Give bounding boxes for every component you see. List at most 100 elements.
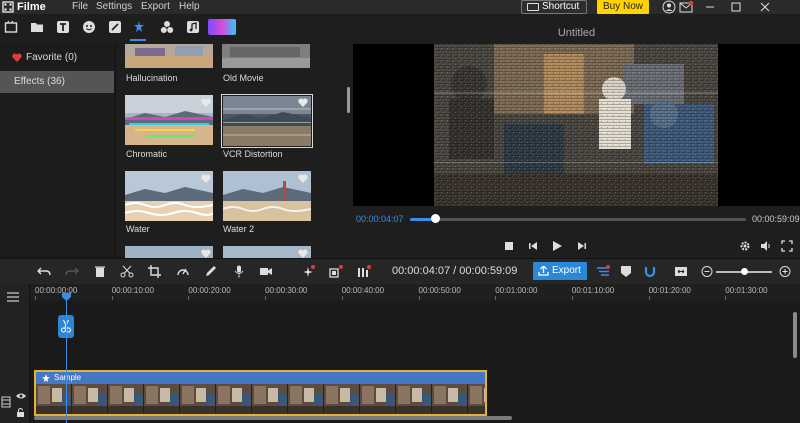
effect-label: Hallucination [126, 73, 178, 83]
preview-progress-handle[interactable] [431, 214, 440, 223]
ruler-time-label: 00:00:40:00 [341, 286, 385, 295]
buy-now-button[interactable]: Buy Now [597, 0, 649, 14]
transition-icon[interactable] [108, 20, 122, 34]
current-time: 00:00:04:07 [356, 214, 404, 224]
ruler-tick [341, 296, 343, 300]
undo-icon[interactable] [37, 265, 51, 278]
effects-icon[interactable] [132, 20, 146, 34]
video-preview[interactable] [353, 44, 800, 206]
favorite-heart-icon[interactable] [298, 174, 308, 183]
sticker-icon[interactable] [82, 20, 96, 34]
preview-progress-track[interactable] [410, 218, 746, 221]
menu-settings[interactable]: Settings [96, 0, 132, 14]
track-menu-icon[interactable] [6, 291, 20, 303]
microphone-icon[interactable] [232, 265, 246, 278]
filme-logo-icon [2, 1, 14, 13]
menu-file[interactable]: File [72, 0, 88, 14]
edit-pen-icon[interactable] [204, 265, 218, 278]
favorite-heart-icon[interactable] [201, 249, 211, 258]
freeze-frame-icon[interactable] [357, 265, 371, 278]
playhead-line [66, 294, 67, 423]
speed-icon[interactable] [176, 265, 190, 278]
menu-help[interactable]: Help [179, 0, 200, 14]
visibility-eye-icon[interactable] [16, 392, 26, 400]
favorite-heart-icon[interactable] [298, 249, 308, 258]
ruler-time-label: 00:00:30:00 [265, 286, 308, 295]
effect-thumbnail-old-movie[interactable] [222, 44, 310, 68]
favorite-heart-icon[interactable] [201, 174, 211, 183]
project-title: Untitled [557, 27, 596, 39]
filter-icon[interactable] [208, 19, 236, 35]
media-icon[interactable] [4, 20, 18, 34]
audio-mixer-icon[interactable] [596, 265, 610, 278]
timeline-time-display: 00:00:04:07 / 00:00:59:09 [392, 265, 518, 277]
delete-icon[interactable] [93, 265, 107, 278]
effects-scrollbar[interactable] [347, 87, 350, 113]
previous-frame-icon[interactable] [527, 240, 539, 252]
stop-icon[interactable] [503, 240, 515, 252]
category-toolbar [0, 16, 352, 44]
export-icon [538, 266, 549, 276]
export-button[interactable]: Export [533, 262, 587, 280]
ruler-time-label: 00:01:00:00 [495, 286, 538, 295]
marker-icon[interactable] [619, 265, 633, 278]
heart-icon [12, 53, 22, 62]
zoom-out-icon[interactable] [700, 265, 714, 278]
ruler-tick [418, 296, 420, 300]
favorite-heart-icon[interactable] [298, 98, 308, 107]
video-track-icon [1, 396, 11, 408]
crop-icon[interactable] [148, 265, 162, 278]
ruler-time-label: 00:01:30:00 [725, 286, 768, 295]
effect-thumbnail-water[interactable] [125, 171, 213, 221]
effect-label: Chromatic [126, 149, 168, 159]
total-time: 00:00:59:09 [752, 214, 800, 224]
ruler-tick [648, 296, 650, 300]
close-icon[interactable] [757, 0, 773, 14]
redo-icon[interactable] [65, 265, 79, 278]
playhead-handle[interactable] [62, 293, 71, 301]
export-label: Export [552, 265, 581, 276]
shortcut-button[interactable]: Shortcut [521, 0, 587, 14]
music-icon[interactable] [186, 20, 200, 34]
clip-name: Sample [54, 373, 82, 382]
zoom-slider-handle[interactable] [741, 268, 748, 275]
ruler-tick [571, 296, 573, 300]
effect-label: VCR Distortion [223, 149, 283, 159]
effect-thumbnail[interactable] [125, 246, 213, 258]
settings-gear-icon[interactable] [739, 240, 751, 252]
account-icon[interactable] [661, 0, 677, 14]
favorite-heart-icon[interactable] [201, 98, 211, 107]
timeline-horizontal-scrollbar[interactable] [34, 416, 512, 420]
ruler-tick [111, 296, 113, 300]
record-camera-icon[interactable] [259, 265, 273, 278]
fullscreen-icon[interactable] [781, 240, 793, 252]
video-clip[interactable]: Sample [34, 370, 487, 416]
effect-sparkle-icon[interactable] [301, 265, 315, 278]
effect-thumbnail-chromatic[interactable] [125, 95, 213, 145]
ruler-tick [265, 296, 267, 300]
sidebar-item-effects[interactable]: Effects (36) [0, 71, 114, 93]
timeline-vertical-scrollbar[interactable] [793, 312, 797, 358]
minimize-icon[interactable] [702, 0, 718, 14]
lock-icon[interactable] [16, 408, 25, 417]
elements-icon[interactable] [160, 20, 174, 34]
menu-export[interactable]: Export [141, 0, 170, 14]
zoom-in-icon[interactable] [778, 265, 792, 278]
video-frame [434, 44, 718, 206]
maximize-icon[interactable] [728, 0, 744, 14]
mail-icon[interactable] [678, 0, 694, 14]
effect-label: Old Movie [223, 73, 264, 83]
next-frame-icon[interactable] [576, 240, 588, 252]
magnet-snap-icon[interactable] [643, 265, 657, 278]
fit-timeline-icon[interactable] [674, 265, 688, 278]
mosaic-icon[interactable] [329, 265, 343, 278]
play-icon[interactable] [551, 240, 563, 252]
effect-thumbnail-hallucination[interactable] [125, 44, 213, 68]
volume-icon[interactable] [760, 240, 772, 252]
split-icon[interactable] [120, 265, 134, 278]
keyboard-icon [527, 3, 539, 11]
folder-icon[interactable] [30, 20, 44, 34]
sidebar-item-label: Effects (36) [14, 76, 65, 87]
active-tab-indicator [130, 39, 146, 41]
text-icon[interactable] [56, 20, 70, 34]
